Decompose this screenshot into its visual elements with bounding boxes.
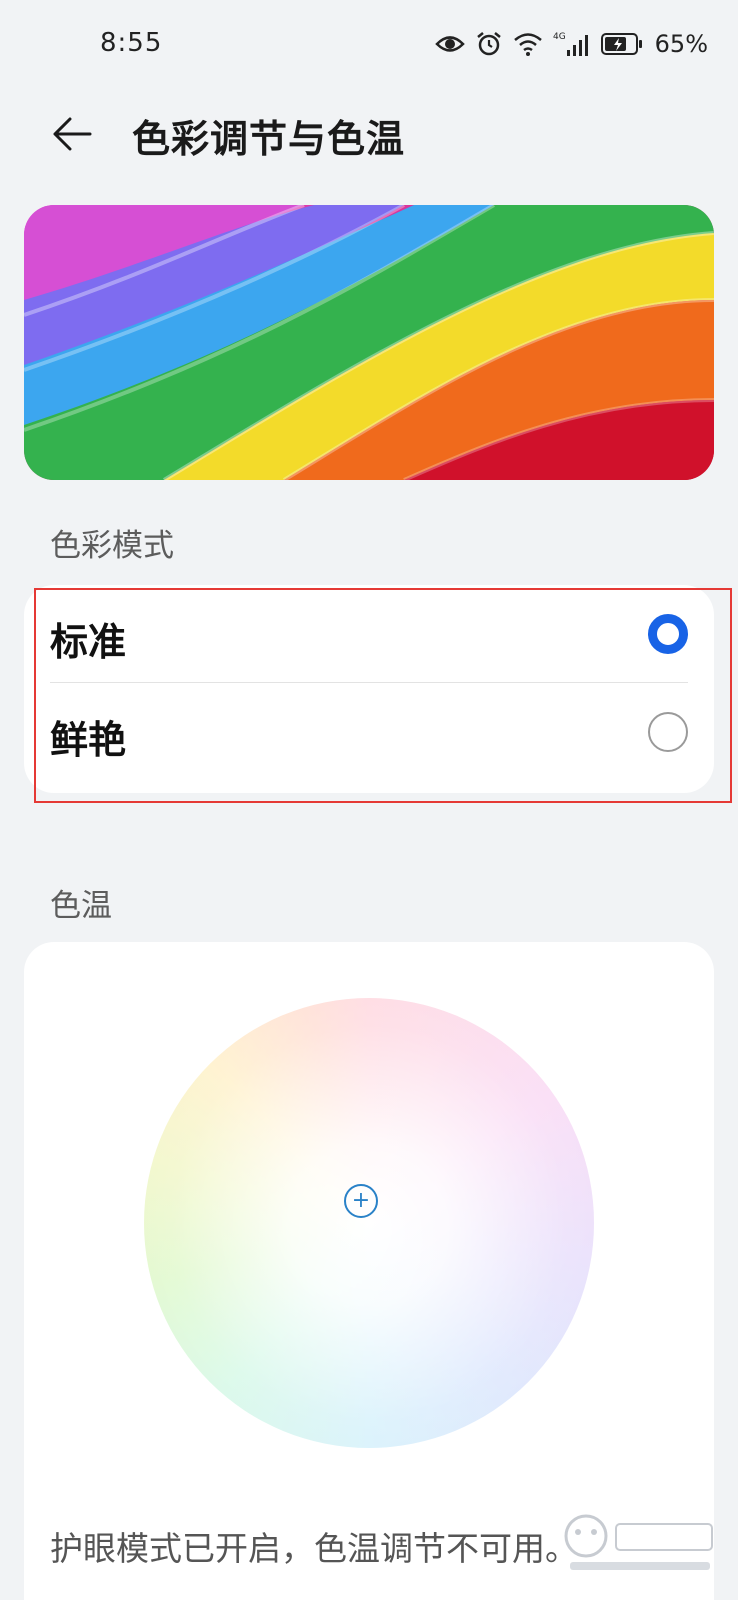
eye-icon	[434, 33, 465, 55]
color-temperature-card: + 护眼模式已开启，色温调节不可用。	[24, 942, 714, 1600]
temperature-disabled-note: 护眼模式已开启，色温调节不可用。	[50, 1529, 578, 1568]
plus-icon: +	[351, 1188, 371, 1213]
status-time: 8:55	[100, 28, 163, 58]
color-mode-card: 标准 鲜艳	[24, 585, 714, 793]
radio-unselected[interactable]	[648, 712, 688, 752]
mode-option-label: 标准	[50, 620, 127, 664]
mode-option-vivid[interactable]: 鲜艳	[24, 683, 714, 781]
alarm-icon	[475, 30, 503, 58]
status-icons: 4G 65%	[434, 26, 708, 62]
back-arrow-icon	[50, 114, 94, 158]
page-title: 色彩调节与色温	[132, 117, 406, 161]
color-mode-section-label: 色彩模式	[50, 528, 174, 564]
network-type-label: 4G	[553, 32, 566, 42]
color-temperature-section-label: 色温	[50, 888, 112, 924]
color-temperature-wheel[interactable]	[144, 998, 594, 1448]
signal-icon: 4G	[553, 30, 591, 58]
status-bar: 8:55 4G 65%	[0, 0, 738, 92]
color-preview-banner	[24, 205, 714, 480]
back-button[interactable]	[44, 108, 100, 164]
app-header: 色彩调节与色温	[0, 92, 738, 172]
battery-icon	[600, 33, 643, 55]
mode-option-standard[interactable]: 标准	[24, 585, 714, 683]
wheel-center-marker[interactable]: +	[344, 1184, 378, 1218]
mode-option-label: 鲜艳	[50, 718, 127, 762]
wifi-icon	[513, 31, 543, 57]
radio-selected[interactable]	[648, 614, 688, 654]
battery-percent: 65%	[654, 30, 708, 58]
screen: 8:55 4G 65% 色彩调节与色温 色彩模式 标准 鲜艳 色温 + 护眼模式…	[0, 0, 738, 1600]
